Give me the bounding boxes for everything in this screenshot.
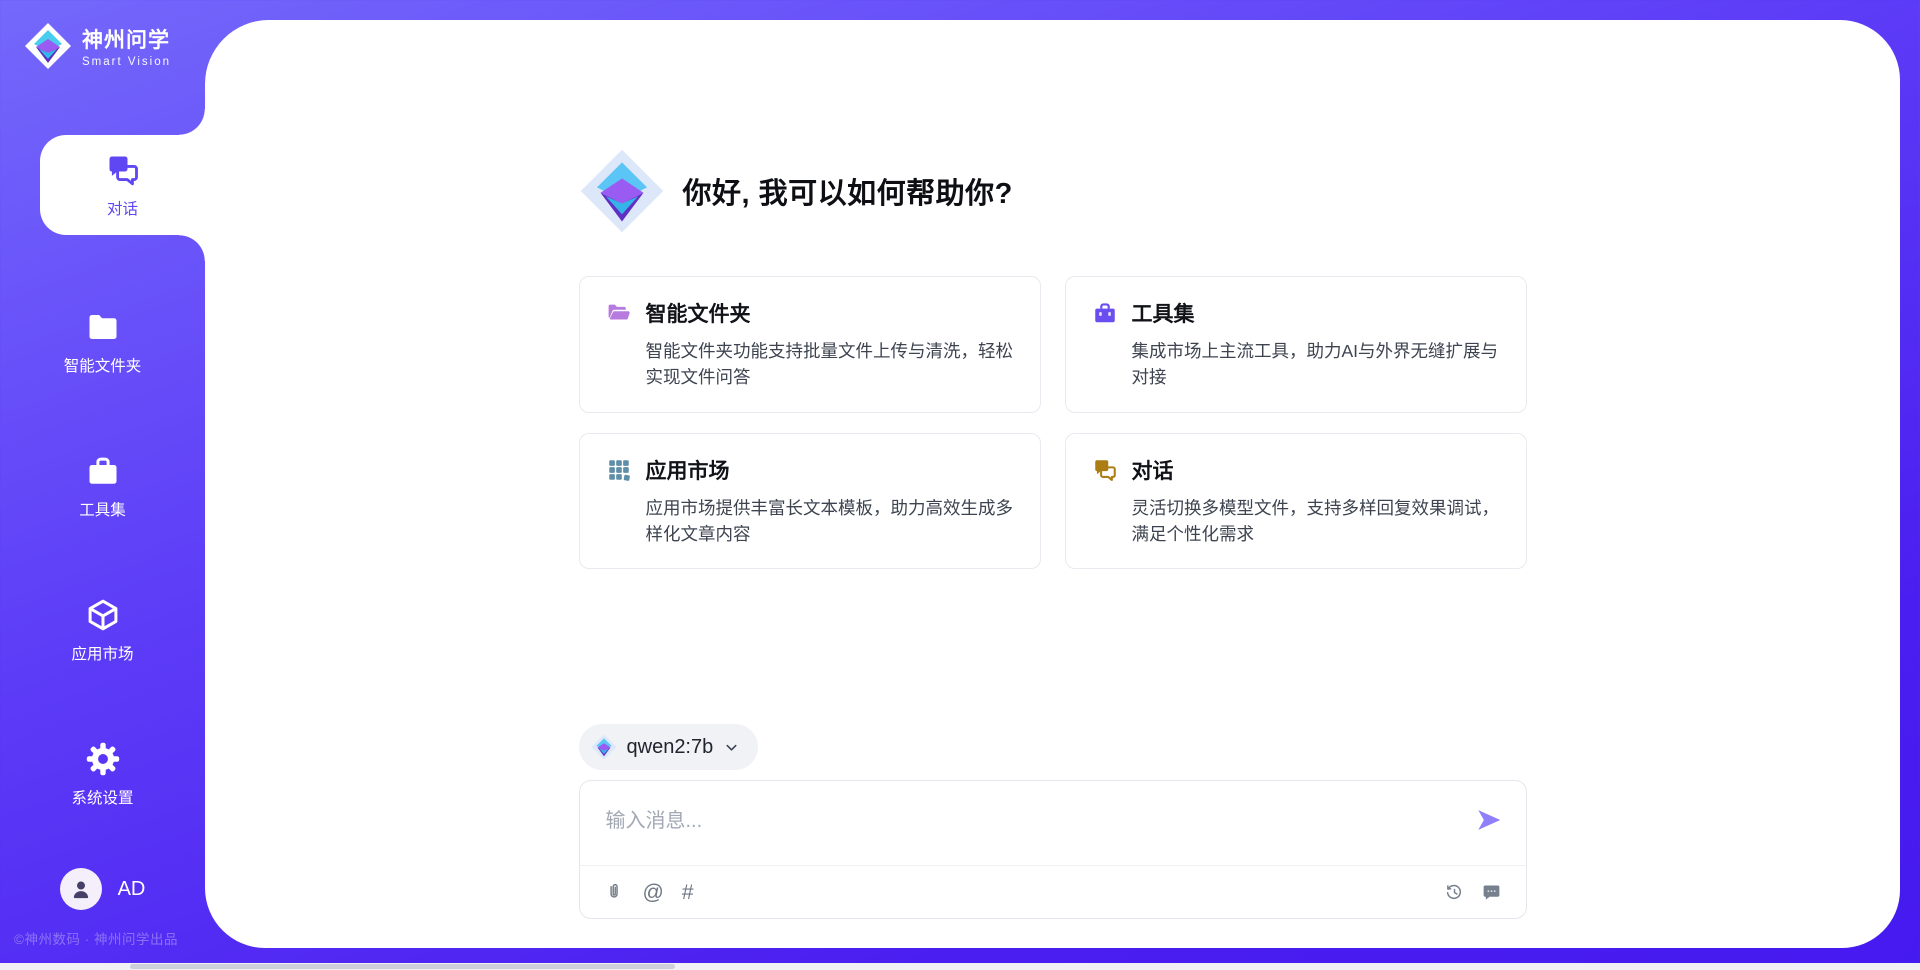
model-name: qwen2:7b [627,736,714,759]
user-name: AD [118,878,146,901]
folder-open-icon [606,300,632,326]
feature-cards: 智能文件夹 智能文件夹功能支持批量文件上传与清洗，轻松实现文件问答 工具集 集成… [579,276,1527,569]
brand: 神州问学 Smart Vision [24,22,171,70]
person-icon [68,876,94,902]
message-input-box: @ # [579,780,1527,919]
sidebar-item-label: 对话 [107,197,138,219]
card-description: 智能文件夹功能支持批量文件上传与清洗，轻松实现文件问答 [646,338,1014,391]
send-icon[interactable] [1474,805,1504,835]
sidebar-item-chat[interactable]: 对话 [40,135,205,235]
horizontal-scrollbar[interactable] [0,963,1920,970]
paperclip-icon[interactable] [604,882,625,903]
card-toolset[interactable]: 工具集 集成市场上主流工具，助力AI与外界无缝扩展与对接 [1065,276,1527,413]
copyright-footer: ©神州数码 · 神州问学出品 [14,928,178,948]
sidebar-item-app-market[interactable]: 应用市场 [0,580,205,680]
card-title: 智能文件夹 [646,298,751,328]
sidebar-item-settings[interactable]: 系统设置 [0,724,205,824]
sidebar-item-label: 工具集 [79,498,126,520]
cube-icon [85,597,121,633]
chevron-down-icon [723,739,740,756]
avatar [60,868,102,910]
card-title: 工具集 [1132,298,1195,328]
toolbox-icon [85,453,121,489]
message-input[interactable] [606,799,1920,843]
sidebar-item-label: 智能文件夹 [64,354,142,376]
sidebar-item-label: 系统设置 [71,786,133,808]
composer-toolbar: @ # [580,866,1526,918]
chat-bubble-icon[interactable] [1481,882,1502,903]
chat-icon [1092,457,1118,483]
sidebar: 神州问学 Smart Vision 对话 智能文件夹 工具集 应用市场 系统设置… [0,0,205,970]
greeting: 你好, 我可以如何帮助你? [579,148,1527,234]
diamond-logo-icon [591,734,617,760]
brand-subtitle: Smart Vision [82,56,171,68]
scrollbar-thumb[interactable] [130,964,675,969]
card-title: 对话 [1132,455,1174,485]
card-chat[interactable]: 对话 灵活切换多模型文件，支持多样回复效果调试，满足个性化需求 [1065,433,1527,570]
at-icon[interactable]: @ [643,882,664,903]
history-icon[interactable] [1444,882,1465,903]
card-smart-folder[interactable]: 智能文件夹 智能文件夹功能支持批量文件上传与清洗，轻松实现文件问答 [579,276,1041,413]
sidebar-item-label: 应用市场 [71,642,133,664]
brand-name: 神州问学 [82,24,171,54]
greeting-title: 你好, 我可以如何帮助你? [683,170,1013,212]
diamond-logo-icon [579,148,665,234]
active-tab-fillet-bottom [179,235,205,261]
hash-icon[interactable]: # [682,882,694,903]
active-tab-fillet-top [179,109,205,135]
toolbox-icon [1092,300,1118,326]
user-account[interactable]: AD [0,868,205,910]
main-panel: 你好, 我可以如何帮助你? 智能文件夹 智能文件夹功能支持批量文件上传与清洗，轻… [205,20,1900,948]
card-description: 应用市场提供丰富长文本模板，助力高效生成多样化文章内容 [646,495,1014,548]
diamond-logo-icon [24,22,72,70]
chat-icon [105,152,141,188]
card-description: 灵活切换多模型文件，支持多样回复效果调试，满足个性化需求 [1132,495,1500,548]
composer: qwen2:7b @ # [579,724,1527,919]
model-selector[interactable]: qwen2:7b [579,724,759,770]
apps-grid-icon [606,457,632,483]
gear-icon [85,741,121,777]
sidebar-item-smart-folder[interactable]: 智能文件夹 [0,292,205,392]
sidebar-item-toolset[interactable]: 工具集 [0,436,205,536]
folder-icon [85,309,121,345]
card-description: 集成市场上主流工具，助力AI与外界无缝扩展与对接 [1132,338,1500,391]
card-app-market[interactable]: 应用市场 应用市场提供丰富长文本模板，助力高效生成多样化文章内容 [579,433,1041,570]
card-title: 应用市场 [646,455,730,485]
